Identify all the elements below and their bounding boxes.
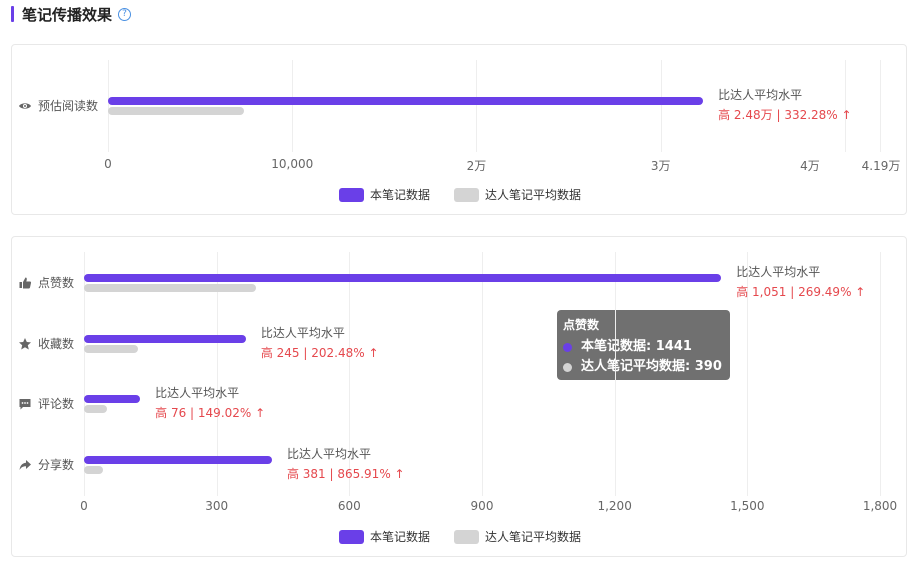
tooltip-row-avg: 达人笔记平均数据: 390	[563, 357, 724, 377]
engagement-x-tick-label: 0	[80, 499, 88, 513]
reads-category-label: 预估阅读数	[38, 99, 99, 113]
engagement-x-tick-label: 300	[205, 499, 229, 513]
engagement-row-label: 评论数	[18, 395, 74, 412]
engagement-bar-main[interactable]	[84, 335, 246, 343]
legend-swatch-main	[339, 529, 364, 544]
reads-legend: 本笔记数据 达人笔记平均数据	[339, 186, 605, 203]
engagement-gridline	[614, 252, 616, 496]
engagement-row-label: 分享数	[18, 456, 74, 473]
engagement-category-label: 评论数	[38, 397, 75, 411]
chart-tooltip: 点赞数 本笔记数据: 1441 达人笔记平均数据: 390	[557, 310, 730, 380]
engagement-legend: 本笔记数据 达人笔记平均数据	[339, 528, 605, 545]
annotation-delta-value: 高 1,051 | 269.49% ↑	[736, 285, 866, 299]
tooltip-label-main: 本笔记数据: 1441	[581, 339, 692, 354]
header-accent-bar	[11, 6, 14, 22]
reads-row-label: 预估阅读数	[18, 97, 98, 114]
legend-label-main: 本笔记数据	[370, 530, 431, 544]
reads-gridline	[476, 60, 478, 152]
reads-bar-avg[interactable]	[108, 107, 245, 115]
tooltip-dot-avg	[563, 362, 572, 372]
legend-item-avg[interactable]: 达人笔记平均数据	[454, 528, 581, 545]
engagement-annotation: 比达人平均水平高 381 | 865.91% ↑	[287, 444, 405, 484]
engagement-annotation: 比达人平均水平高 76 | 149.02% ↑	[155, 383, 265, 423]
reads-x-tick-label: 10,000	[271, 157, 314, 171]
reads-x-tick-label: 4万	[800, 159, 820, 173]
engagement-bar-main[interactable]	[84, 456, 272, 464]
engagement-bar-avg[interactable]	[84, 466, 104, 474]
legend-swatch-main	[339, 187, 364, 202]
engagement-category-label: 收藏数	[38, 337, 75, 351]
question-circle-icon[interactable]: ?	[118, 7, 132, 21]
engagement-bar-main[interactable]	[84, 395, 141, 403]
star-icon	[18, 337, 32, 351]
engagement-x-tick-label: 1,500	[730, 499, 765, 513]
annotation-compare-label: 比达人平均水平	[736, 265, 821, 279]
reads-gridline	[660, 60, 662, 152]
reads-x-tick-label: 0	[104, 157, 112, 171]
reads-x-tick-label: 3万	[650, 159, 671, 173]
legend-item-main[interactable]: 本笔记数据	[339, 186, 430, 203]
section-header: 笔记传播效果 ?	[11, 4, 132, 24]
legend-item-main[interactable]: 本笔记数据	[339, 528, 430, 545]
share-icon	[18, 458, 32, 472]
legend-label-main: 本笔记数据	[370, 188, 431, 202]
annotation-delta-value: 高 2.48万 | 332.28% ↑	[718, 108, 852, 122]
reads-gridline	[108, 60, 109, 152]
legend-swatch-avg	[454, 529, 480, 544]
thumbs-up-icon	[18, 276, 32, 290]
tooltip-row-main: 本笔记数据: 1441	[563, 337, 724, 357]
reads-bar-main[interactable]	[108, 97, 704, 105]
engagement-x-tick-label: 1,800	[862, 499, 898, 513]
engagement-row-label: 点赞数	[18, 274, 74, 291]
engagement-annotation: 比达人平均水平高 1,051 | 269.49% ↑	[736, 262, 865, 302]
legend-swatch-avg	[454, 187, 480, 202]
engagement-category-label: 点赞数	[38, 276, 75, 290]
eye-icon	[18, 99, 32, 113]
reads-gridline	[880, 60, 881, 152]
section-title: 笔记传播效果	[22, 5, 113, 24]
engagement-bar-avg[interactable]	[84, 345, 138, 353]
legend-label-avg: 达人笔记平均数据	[485, 188, 582, 202]
annotation-delta-value: 高 76 | 149.02% ↑	[155, 406, 266, 420]
annotation-compare-label: 比达人平均水平	[718, 88, 803, 102]
engagement-row-label: 收藏数	[18, 335, 74, 352]
reads-annotation: 比达人平均水平高 2.48万 | 332.28% ↑	[718, 85, 851, 125]
engagement-bar-avg[interactable]	[84, 284, 257, 292]
tooltip-label-avg: 达人笔记平均数据: 390	[581, 359, 722, 374]
annotation-delta-value: 高 381 | 865.91% ↑	[286, 467, 405, 481]
annotation-delta-value: 高 245 | 202.48% ↑	[260, 346, 379, 360]
engagement-x-tick-label: 900	[470, 499, 494, 513]
engagement-category-label: 分享数	[38, 458, 75, 472]
reads-gridline	[292, 60, 294, 152]
reads-x-tick-label: 2万	[466, 159, 487, 173]
legend-label-avg: 达人笔记平均数据	[485, 530, 582, 544]
annotation-compare-label: 比达人平均水平	[260, 326, 345, 340]
reads-x-tick-label: 4.19万	[861, 159, 901, 173]
engagement-gridline	[482, 252, 483, 496]
engagement-bar-avg[interactable]	[84, 405, 107, 413]
tooltip-dot-main	[563, 342, 572, 352]
engagement-gridline	[880, 252, 881, 496]
annotation-compare-label: 比达人平均水平	[286, 447, 371, 461]
annotation-compare-label: 比达人平均水平	[155, 386, 240, 400]
engagement-x-tick-label: 600	[337, 499, 361, 513]
comment-icon	[18, 397, 32, 411]
engagement-bar-main[interactable]	[84, 274, 722, 282]
engagement-x-tick-label: 1,200	[597, 499, 632, 513]
tooltip-title: 点赞数	[563, 318, 600, 332]
engagement-annotation: 比达人平均水平高 245 | 202.48% ↑	[261, 323, 379, 363]
legend-item-avg[interactable]: 达人笔记平均数据	[454, 186, 581, 203]
